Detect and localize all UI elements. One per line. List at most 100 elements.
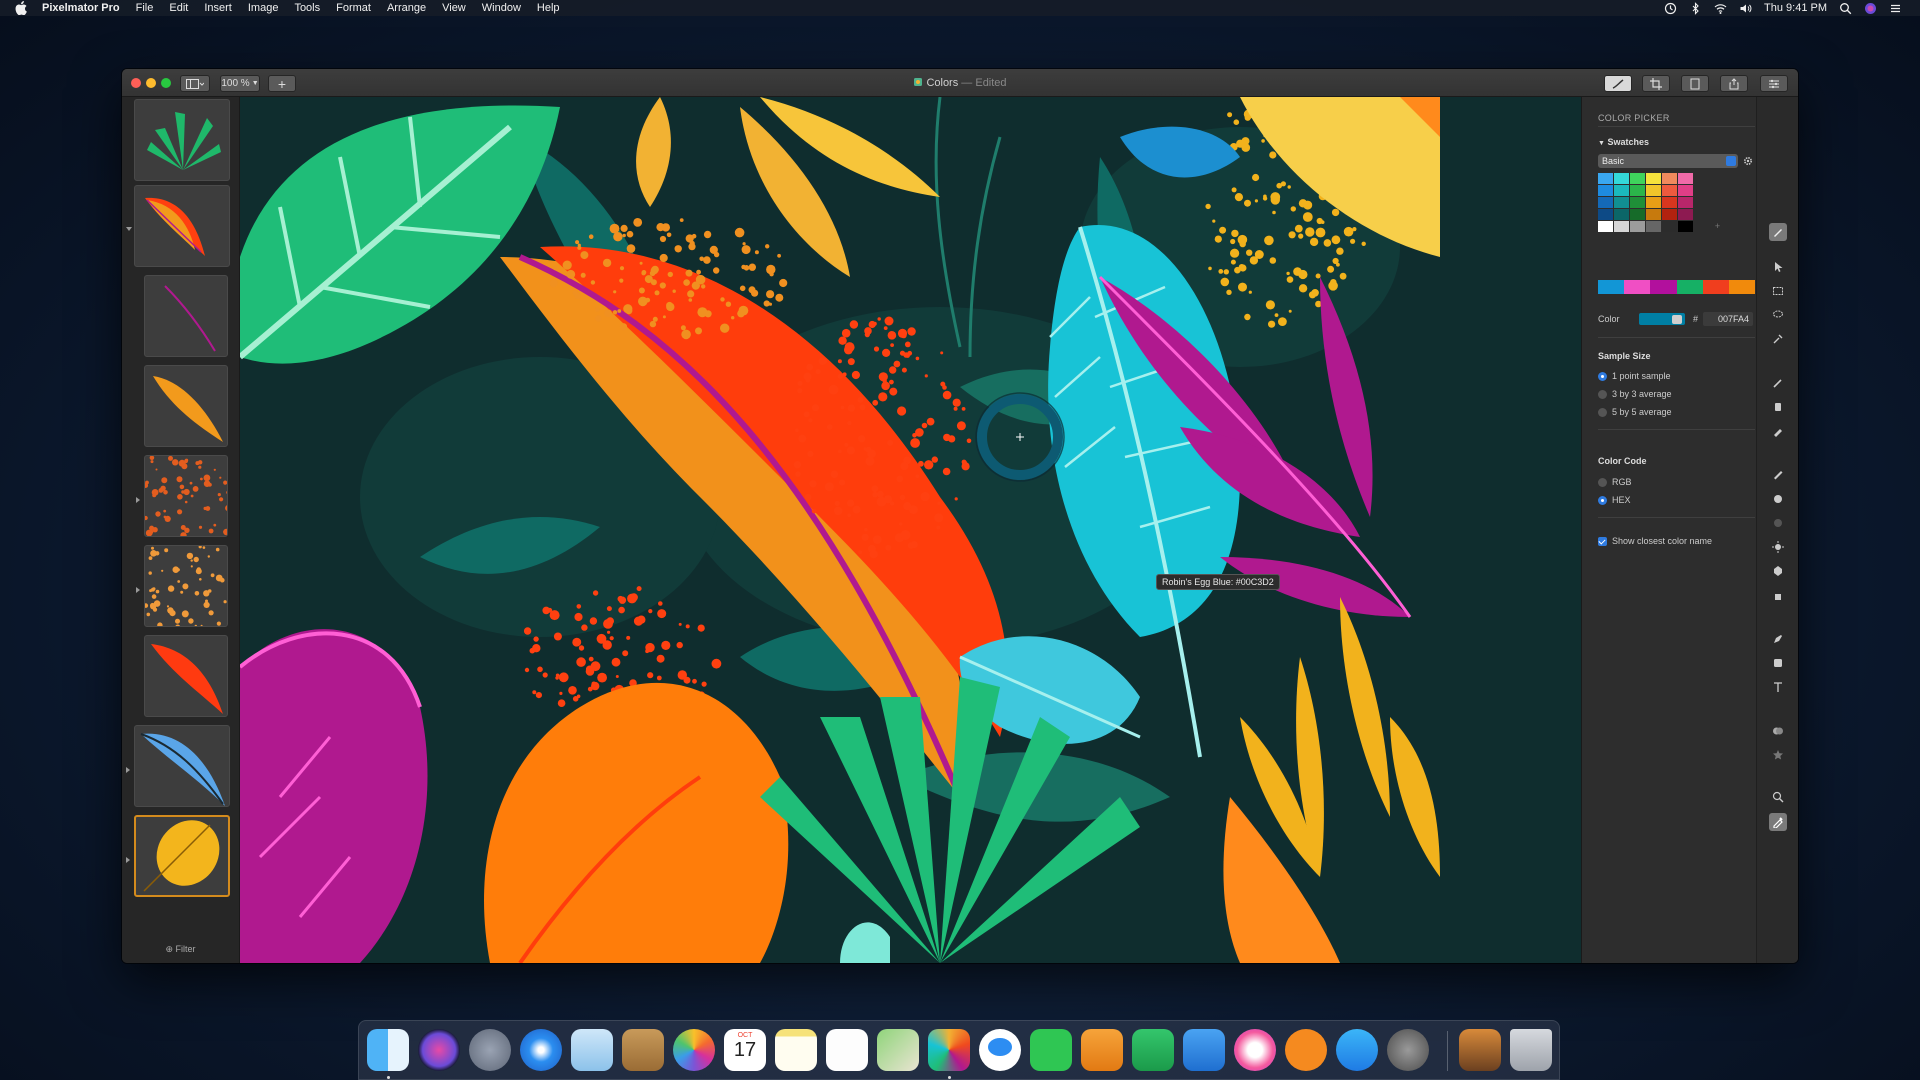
- light-button[interactable]: [1770, 563, 1786, 579]
- layer-thumbnail[interactable]: [134, 725, 230, 807]
- trash-icon[interactable]: [1510, 1029, 1552, 1071]
- launchpad-icon[interactable]: [469, 1029, 511, 1071]
- color-swatch[interactable]: [1614, 221, 1629, 232]
- disclosure-triangle[interactable]: [126, 767, 130, 773]
- arrange-button[interactable]: [1681, 75, 1709, 92]
- hand-button[interactable]: [1770, 587, 1786, 603]
- layer-thumbnail[interactable]: [134, 99, 230, 181]
- layer-thumbnail[interactable]: [144, 365, 228, 447]
- maps-icon[interactable]: [877, 1029, 919, 1071]
- recent-swatch[interactable]: [1650, 280, 1677, 294]
- swatch-set-dropdown[interactable]: Basic: [1598, 154, 1738, 168]
- color-swatch[interactable]: [1630, 197, 1645, 208]
- filter-field[interactable]: ⊕ Filter: [122, 944, 239, 955]
- sample-1-radio[interactable]: [1598, 372, 1607, 381]
- effects-button[interactable]: [1770, 747, 1786, 763]
- recent-swatch[interactable]: [1598, 280, 1625, 294]
- color-swatch[interactable]: [1662, 221, 1677, 232]
- menu-arrange[interactable]: Arrange: [379, 0, 434, 16]
- numbers-icon[interactable]: [1132, 1029, 1174, 1071]
- apple-icon[interactable]: [14, 1, 28, 15]
- title-bar[interactable]: 100 % ▼ + Colors — Edited: [122, 69, 1798, 97]
- recent-swatch[interactable]: [1624, 280, 1651, 294]
- color-swatch[interactable]: [1630, 185, 1645, 196]
- safari-icon[interactable]: [520, 1029, 562, 1071]
- menu-extra-icon[interactable]: [1889, 2, 1902, 15]
- color-swatch[interactable]: [1678, 185, 1693, 196]
- app-store-icon[interactable]: [1336, 1029, 1378, 1071]
- color-swatch[interactable]: [1646, 209, 1661, 220]
- layer-thumbnail[interactable]: [144, 455, 228, 537]
- burn-button[interactable]: [1770, 515, 1786, 531]
- itunes-icon[interactable]: [1234, 1029, 1276, 1071]
- color-well-dropdown[interactable]: [1672, 315, 1682, 324]
- rect-select-button[interactable]: [1770, 283, 1786, 299]
- add-swatch-button[interactable]: +: [1710, 221, 1725, 232]
- quick-select-button[interactable]: [1770, 331, 1786, 347]
- color-swatch[interactable]: [1662, 197, 1677, 208]
- swatches-header[interactable]: ▼ Swatches: [1598, 137, 1649, 147]
- disclosure-triangle[interactable]: [126, 227, 132, 231]
- pixelmator-icon[interactable]: [928, 1029, 970, 1071]
- disclosure-triangle[interactable]: [136, 587, 140, 593]
- color-swatch[interactable]: [1598, 185, 1613, 196]
- disclosure-triangle[interactable]: [126, 857, 130, 863]
- mail-icon[interactable]: [571, 1029, 613, 1071]
- color-swatch[interactable]: [1678, 173, 1693, 184]
- sample-3-label[interactable]: 3 by 3 average: [1612, 389, 1672, 399]
- sample-1-label[interactable]: 1 point sample: [1612, 371, 1671, 381]
- canvas[interactable]: Robin's Egg Blue: #00C3D2: [240, 97, 1604, 963]
- layer-thumbnail[interactable]: [134, 185, 230, 267]
- pen-button[interactable]: [1770, 631, 1786, 647]
- reminders-icon[interactable]: [826, 1029, 868, 1071]
- clone-button[interactable]: [1770, 491, 1786, 507]
- color-swatch[interactable]: [1598, 221, 1613, 232]
- contacts-icon[interactable]: [622, 1029, 664, 1071]
- color-swatch[interactable]: [1646, 197, 1661, 208]
- rgb-radio[interactable]: [1598, 478, 1607, 487]
- color-swatch[interactable]: [1678, 221, 1693, 232]
- color-swatch[interactable]: [1598, 209, 1613, 220]
- layer-thumbnail[interactable]: [144, 545, 228, 627]
- closest-color-label[interactable]: Show closest color name: [1612, 536, 1712, 546]
- color-swatch[interactable]: [1630, 209, 1645, 220]
- menu-tools[interactable]: Tools: [286, 0, 328, 16]
- retouch-button[interactable]: [1770, 423, 1786, 439]
- wifi-icon[interactable]: [1714, 2, 1727, 15]
- color-swatch[interactable]: [1662, 209, 1677, 220]
- menu-edit[interactable]: Edit: [161, 0, 196, 16]
- siri-icon[interactable]: [1864, 2, 1877, 15]
- facetime-icon[interactable]: [1030, 1029, 1072, 1071]
- spotlight-icon[interactable]: [1839, 2, 1852, 15]
- color-swatch[interactable]: [1646, 173, 1661, 184]
- menu-file[interactable]: File: [128, 0, 162, 16]
- hex-input[interactable]: 007FA4: [1703, 312, 1753, 326]
- sample-5-radio[interactable]: [1598, 408, 1607, 417]
- layer-thumbnail-selected[interactable]: [134, 815, 230, 897]
- time-machine-icon[interactable]: [1664, 2, 1677, 15]
- color-swatch[interactable]: [1646, 221, 1661, 232]
- recent-swatch[interactable]: [1676, 280, 1703, 294]
- erase-button[interactable]: [1770, 399, 1786, 415]
- app-menu[interactable]: Pixelmator Pro: [34, 0, 128, 16]
- menu-format[interactable]: Format: [328, 0, 379, 16]
- hex-label[interactable]: HEX: [1612, 495, 1631, 505]
- hex-radio[interactable]: [1598, 496, 1607, 505]
- color-adjust-button[interactable]: [1770, 723, 1786, 739]
- tools-button[interactable]: [1760, 75, 1788, 92]
- style-tool-button[interactable]: [1769, 223, 1787, 241]
- rgb-label[interactable]: RGB: [1612, 477, 1632, 487]
- color-swatch[interactable]: [1598, 173, 1613, 184]
- books-icon[interactable]: [1285, 1029, 1327, 1071]
- color-swatch[interactable]: [1614, 185, 1629, 196]
- layer-thumbnail[interactable]: [144, 275, 228, 357]
- recent-swatch[interactable]: [1702, 280, 1729, 294]
- gear-icon[interactable]: [1743, 156, 1753, 166]
- menu-help[interactable]: Help: [529, 0, 568, 16]
- color-swatch[interactable]: [1630, 173, 1645, 184]
- menu-window[interactable]: Window: [474, 0, 529, 16]
- color-swatch[interactable]: [1614, 197, 1629, 208]
- finder-icon[interactable]: [367, 1029, 409, 1071]
- ruler-button[interactable]: [1770, 467, 1786, 483]
- pages-icon[interactable]: [1081, 1029, 1123, 1071]
